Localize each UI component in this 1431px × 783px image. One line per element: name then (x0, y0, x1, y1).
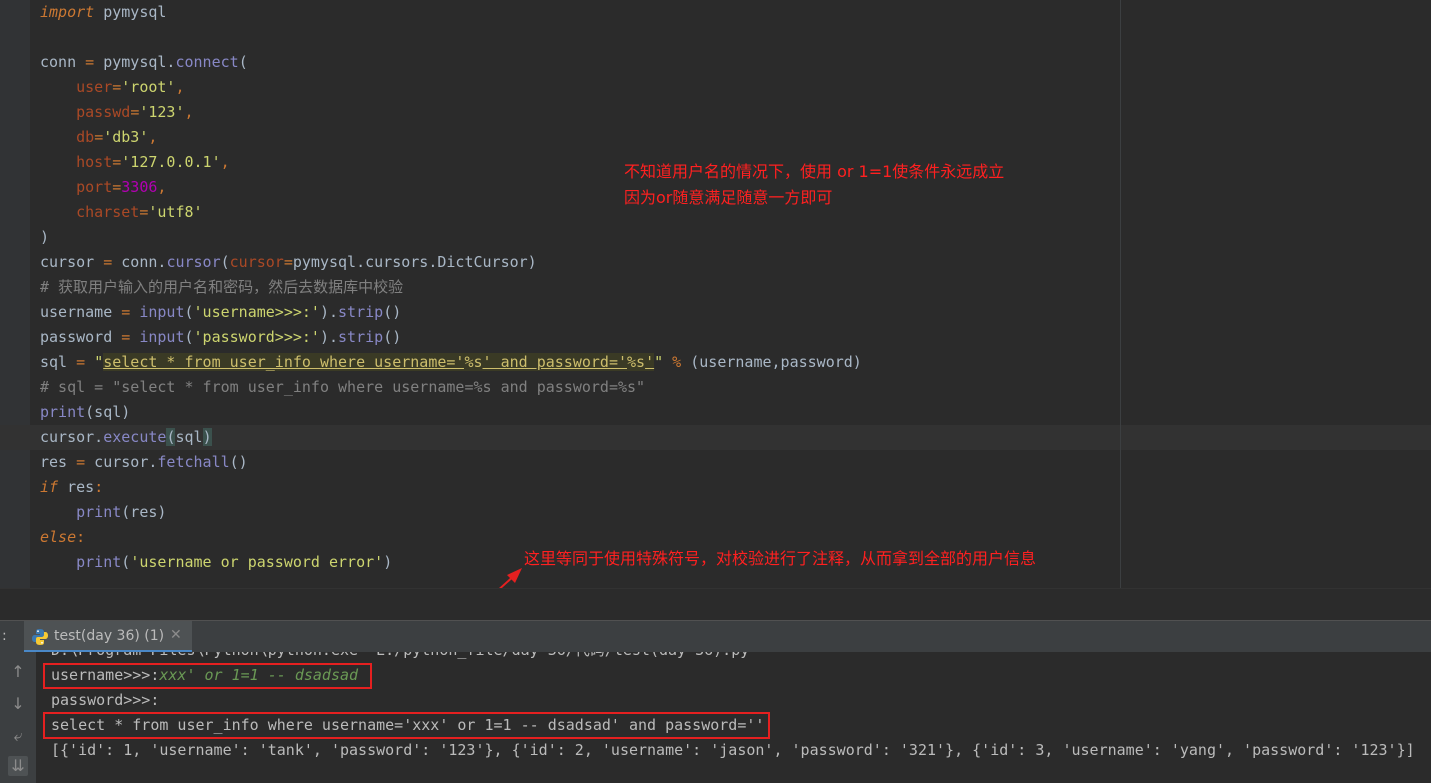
run-toolbar: ↑ ↓ ⤶ ⇊ (0, 652, 36, 783)
scroll-to-end-icon[interactable]: ⇊ (8, 756, 28, 776)
console-line: password>>>: (51, 691, 160, 709)
console-command-line: D:\Program Files\Python\python.exe E:/py… (51, 652, 749, 663)
highlight-box-sql (43, 712, 770, 739)
arrow-down-icon[interactable]: ↓ (8, 694, 28, 714)
arrow-up-icon[interactable]: ↑ (8, 662, 28, 682)
run-label: : (2, 628, 7, 644)
close-icon[interactable]: ✕ (170, 627, 182, 643)
highlight-box-input (43, 663, 372, 689)
run-tab-label: test(day 36) (1) (54, 628, 165, 644)
run-tab[interactable]: test(day 36) (1) ✕ (24, 621, 192, 653)
run-tabbar: : test(day 36) (1) ✕ (0, 620, 1431, 653)
panel-divider[interactable] (0, 588, 1431, 621)
soft-wrap-icon[interactable]: ⤶ (8, 726, 28, 746)
console-result-output: [{'id': 1, 'username': 'tank', 'password… (51, 741, 1415, 759)
python-icon (32, 629, 48, 645)
